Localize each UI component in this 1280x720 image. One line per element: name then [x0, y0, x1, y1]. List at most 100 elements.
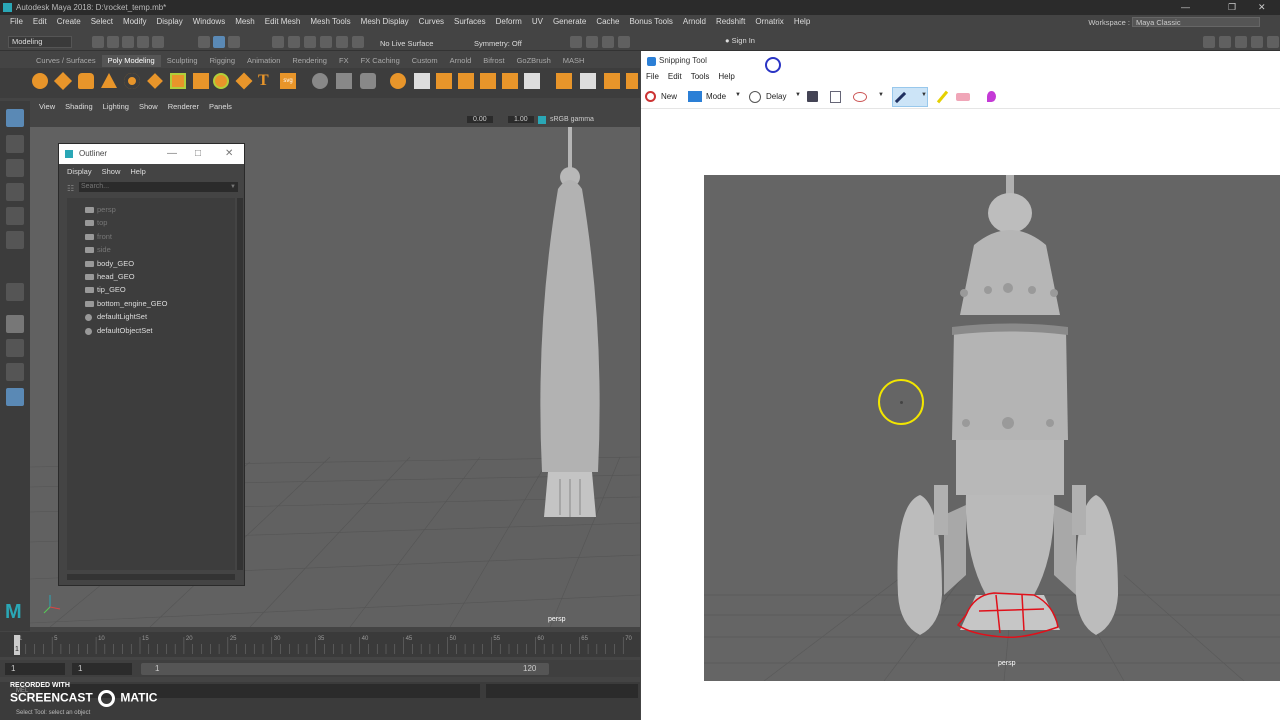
workspace-dropdown[interactable]: Maya Classic	[1132, 17, 1260, 27]
range-slider-bar[interactable]: 1 120	[141, 663, 549, 675]
shelf-tab-arnold[interactable]: Arnold	[444, 55, 478, 67]
shelf-tab-sculpting[interactable]: Sculpting	[161, 55, 204, 67]
target-weld-icon[interactable]	[580, 73, 596, 89]
boolean-union-icon[interactable]	[390, 73, 406, 89]
last-tool-icon[interactable]	[6, 283, 24, 301]
shelf-tab-fx-caching[interactable]: FX Caching	[355, 55, 406, 67]
viewport-menu-renderer[interactable]: Renderer	[163, 101, 204, 113]
menu-uv[interactable]: UV	[527, 15, 548, 29]
shelf-tab-curves-surfaces[interactable]: Curves / Surfaces	[30, 55, 102, 67]
sign-in-button[interactable]: ● Sign In	[722, 36, 800, 48]
send-dropdown-icon[interactable]: ▼	[878, 92, 884, 98]
delay-dropdown-icon[interactable]: ▼	[795, 92, 801, 98]
bevel-icon[interactable]	[458, 73, 474, 89]
save-icon[interactable]	[807, 91, 818, 102]
poly-disc-icon[interactable]	[170, 73, 186, 89]
poly-cylinder-icon[interactable]	[78, 73, 94, 89]
poly-cube-icon[interactable]	[53, 71, 73, 91]
outliner-item[interactable]: persp	[85, 204, 116, 216]
snipping-titlebar[interactable]: Snipping Tool	[641, 51, 1280, 71]
menu-redshift[interactable]: Redshift	[711, 15, 750, 29]
menu-help[interactable]: Help	[789, 15, 815, 29]
new-scene-icon[interactable]	[92, 36, 104, 48]
ipr-render-icon[interactable]	[586, 36, 598, 48]
four-view-icon[interactable]	[6, 339, 24, 357]
menu-mesh-tools[interactable]: Mesh Tools	[305, 15, 355, 29]
single-perspective-icon[interactable]	[6, 315, 24, 333]
menu-curves[interactable]: Curves	[414, 15, 449, 29]
scale-tool-icon[interactable]	[6, 231, 24, 249]
outliner-item[interactable]: defaultObjectSet	[85, 325, 152, 337]
color-management-icon[interactable]	[538, 116, 546, 124]
bridge-icon[interactable]	[436, 73, 452, 89]
platonic-solid-icon[interactable]	[193, 73, 209, 89]
outliner-item[interactable]: head_GEO	[85, 271, 135, 283]
attribute-editor-icon[interactable]	[1219, 36, 1231, 48]
menu-windows[interactable]: Windows	[188, 15, 230, 29]
menu-cache[interactable]: Cache	[591, 15, 624, 29]
outliner-item[interactable]: side	[85, 244, 111, 256]
persp-outliner-icon[interactable]	[6, 363, 24, 381]
gamma-field[interactable]: 1.00	[508, 116, 534, 123]
snipping-menu-file[interactable]: File	[646, 72, 659, 81]
outliner-item[interactable]: body_GEO	[85, 258, 134, 270]
outliner-search-input[interactable]: Search... ▼	[79, 182, 238, 192]
svg-icon[interactable]: svg	[280, 73, 296, 89]
shelf-tab-poly-modeling[interactable]: Poly Modeling	[101, 55, 161, 67]
soccer-ball-icon[interactable]	[213, 73, 229, 89]
select-object-icon[interactable]	[213, 36, 225, 48]
snap-view-icon[interactable]	[320, 36, 332, 48]
snipping-menu-help[interactable]: Help	[718, 72, 734, 81]
outliner-list[interactable]: persp top front side body_GEO head_GEO tip_GEO…	[67, 198, 235, 570]
select-hierarchy-icon[interactable]	[198, 36, 210, 48]
outliner-layout-icon[interactable]	[6, 388, 24, 406]
redo-icon[interactable]	[152, 36, 164, 48]
extrude-icon[interactable]	[414, 73, 430, 89]
time-ruler[interactable]: 1 5 10 15 20 25 30 35 40 45 50 55 60 65 701	[0, 632, 640, 657]
modeling-toolkit-icon[interactable]	[1203, 36, 1215, 48]
shelf-tab-mash[interactable]: MASH	[557, 55, 591, 67]
insert-edge-loop-icon[interactable]	[604, 73, 620, 89]
snap-surface-icon[interactable]	[336, 36, 348, 48]
smooth-icon[interactable]	[360, 73, 376, 89]
exposure-field[interactable]: 0.00	[467, 116, 493, 123]
poly-torus-icon[interactable]	[124, 73, 140, 89]
poly-plane-icon[interactable]	[147, 73, 163, 89]
paint3d-icon[interactable]	[987, 91, 996, 102]
viewport-menu-show[interactable]: Show	[134, 101, 163, 113]
anim-start-field[interactable]: 1	[72, 663, 132, 675]
outliner-vertical-scrollbar[interactable]	[237, 198, 243, 570]
open-scene-icon[interactable]	[107, 36, 119, 48]
merge-icon[interactable]	[556, 73, 572, 89]
viewport-menu-lighting[interactable]: Lighting	[98, 101, 134, 113]
shelf-tab-custom[interactable]: Custom	[406, 55, 444, 67]
send-snip-icon[interactable]	[853, 92, 867, 102]
menu-surfaces[interactable]: Surfaces	[449, 15, 491, 29]
tool-settings-icon[interactable]	[1235, 36, 1247, 48]
live-surface-label[interactable]: No Live Surface	[380, 39, 433, 48]
new-button[interactable]: New	[661, 92, 677, 101]
save-scene-icon[interactable]	[122, 36, 134, 48]
menu-bonus-tools[interactable]: Bonus Tools	[624, 15, 677, 29]
render-settings-icon[interactable]	[602, 36, 614, 48]
poly-text-icon[interactable]: T	[258, 73, 274, 89]
time-slider[interactable]: 1 5 10 15 20 25 30 35 40 45 50 55 60 65 70 1	[0, 632, 640, 657]
menu-ornatrix[interactable]: Ornatrix	[750, 15, 788, 29]
outliner-item[interactable]: bottom_engine_GEO	[85, 298, 167, 310]
select-tool-icon[interactable]	[6, 109, 24, 127]
new-snip-icon[interactable]	[645, 91, 656, 102]
workspace-selector[interactable]: Workspace : Maya Classic	[1088, 17, 1260, 27]
outliner-menu-display[interactable]: Display	[67, 167, 92, 176]
outliner-item[interactable]: tip_GEO	[85, 284, 126, 296]
move-tool-icon[interactable]	[6, 183, 24, 201]
menu-edit[interactable]: Edit	[28, 15, 52, 29]
offset-edge-loop-icon[interactable]	[626, 73, 638, 89]
layer-editor-icon[interactable]	[1267, 36, 1279, 48]
separate-icon[interactable]	[336, 73, 352, 89]
fill-hole-icon[interactable]	[502, 73, 518, 89]
symmetry-label[interactable]: Symmetry: Off	[474, 39, 522, 48]
shelf-tab-rigging[interactable]: Rigging	[204, 55, 241, 67]
minimize-icon[interactable]: —	[167, 144, 177, 164]
search-options-icon[interactable]: ▼	[230, 182, 236, 192]
shelf-tab-rendering[interactable]: Rendering	[286, 55, 333, 67]
